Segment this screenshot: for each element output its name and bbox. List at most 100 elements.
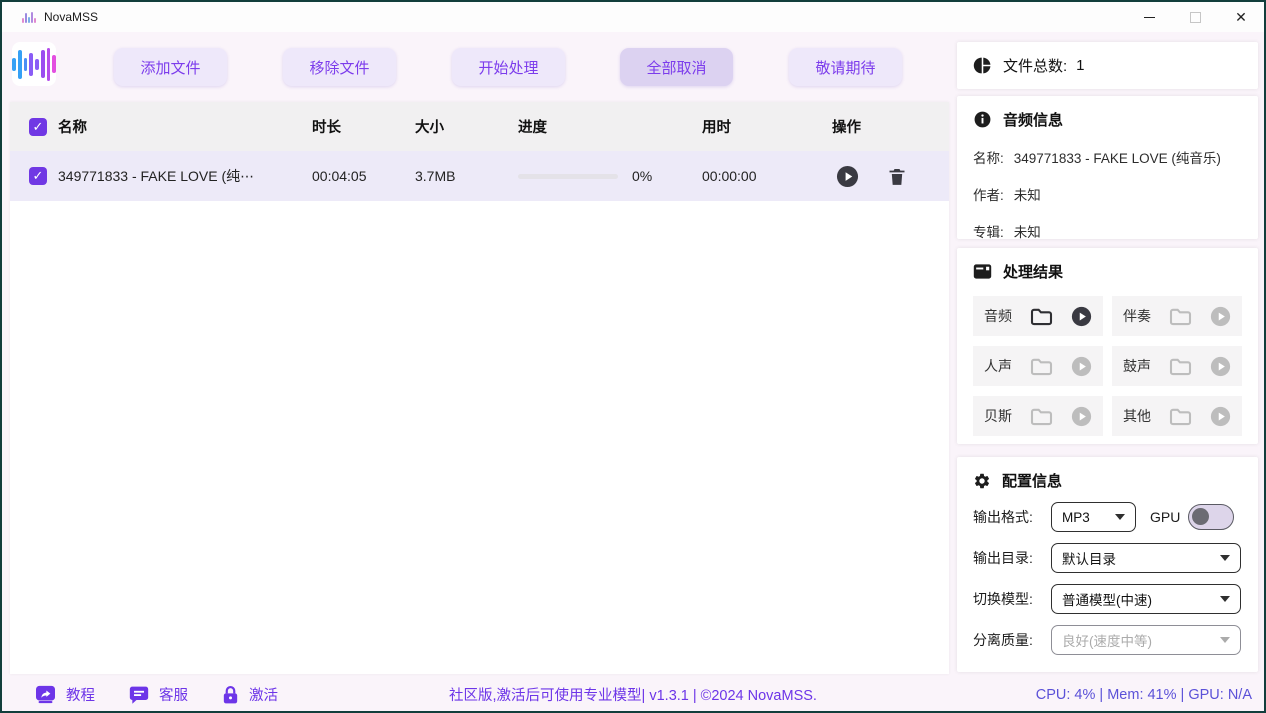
result-label: 伴奏 [1123,306,1151,326]
chevron-down-icon [1115,514,1125,520]
config-card: 配置信息 输出格式: MP3 GPU 输出目录: 默认目录 切换模型: 普通模型… [957,457,1258,672]
play-result-button [1071,356,1092,377]
quality-label: 分离质量: [973,630,1051,650]
lock-icon [222,685,239,705]
audio-album-value: 未知 [1014,221,1041,241]
open-folder-button [1030,407,1053,426]
gpu-toggle[interactable] [1188,504,1234,530]
file-table: 名称 时长 大小 进度 用时 操作 349771833 - FAKE LOVE … [10,102,949,674]
maximize-button[interactable] [1172,2,1218,32]
output-format-select[interactable]: MP3 [1051,502,1136,532]
result-item-bass: 贝斯 [973,396,1103,436]
play-icon [1071,356,1092,377]
folder-icon [1030,357,1053,376]
audio-artist-field: 作者: 未知 [973,184,1242,204]
activate-link[interactable]: 激活 [222,684,278,705]
table-header-row: 名称 时长 大小 进度 用时 操作 [10,102,949,151]
tutorial-label: 教程 [66,684,95,705]
play-icon [1210,406,1231,427]
file-duration: 00:04:05 [312,168,415,184]
play-result-button [1071,406,1092,427]
result-label: 其他 [1123,406,1151,426]
row-play-button[interactable] [836,165,859,188]
result-label: 音频 [984,306,1012,326]
model-label: 切换模型: [973,589,1051,609]
audio-name-label: 名称: [973,147,1004,167]
open-folder-button [1169,407,1192,426]
quality-select: 良好(速度中等) [1051,625,1241,655]
chat-icon [129,685,149,705]
file-count-value: 1 [1076,57,1084,74]
folder-icon [1030,407,1053,426]
app-waveform-icon [22,11,36,23]
result-label: 人声 [984,356,1012,376]
play-result-button[interactable] [1071,306,1092,327]
result-label: 鼓声 [1123,356,1151,376]
minimize-button[interactable] [1126,2,1172,32]
play-result-button [1210,306,1231,327]
result-item-vocals: 人声 [973,346,1103,386]
result-label: 贝斯 [984,406,1012,426]
remove-files-button[interactable]: 移除文件 [283,48,396,86]
pie-chart-icon [973,56,992,75]
audio-album-label: 专辑: [973,221,1004,241]
model-value: 普通模型(中速) [1062,589,1152,609]
support-link[interactable]: 客服 [129,684,188,705]
play-icon [836,165,859,188]
model-select[interactable]: 普通模型(中速) [1051,584,1241,614]
header-actions: 操作 [812,116,949,137]
play-icon [1210,356,1231,377]
app-logo-waveform-icon [12,42,56,86]
maximize-icon [1190,12,1201,23]
toggle-knob [1192,508,1209,525]
audio-info-title: 音频信息 [1003,109,1063,130]
result-item-audio: 音频 [973,296,1103,336]
close-button[interactable]: ✕ [1218,2,1264,32]
cancel-all-button[interactable]: 全部取消 [620,48,733,86]
elapsed-time: 00:00:00 [702,168,812,184]
progress-bar [518,174,618,179]
add-files-button[interactable]: 添加文件 [114,48,227,86]
minimize-icon [1144,17,1155,18]
start-processing-button[interactable]: 开始处理 [452,48,565,86]
file-name: 349771833 - FAKE LOVE (纯⋯ [58,166,312,186]
play-icon [1210,306,1231,327]
tutorial-link[interactable]: 教程 [35,684,95,705]
output-dir-value: 默认目录 [1062,548,1116,568]
title-bar: NovaMSS ✕ [2,2,1264,32]
row-checkbox[interactable] [29,167,47,185]
open-folder-button[interactable] [1030,307,1053,326]
open-folder-button [1030,357,1053,376]
config-title: 配置信息 [1002,470,1062,491]
audio-info-card: 音频信息 名称: 349771833 - FAKE LOVE (纯音乐) 作者:… [957,96,1258,239]
open-folder-button [1169,357,1192,376]
coming-soon-button[interactable]: 敬请期待 [789,48,902,86]
select-all-checkbox[interactable] [29,118,47,136]
output-dir-select[interactable]: 默认目录 [1051,543,1241,573]
play-icon [1071,406,1092,427]
output-format-value: MP3 [1062,510,1090,525]
card-icon [973,263,992,280]
info-icon [973,110,992,129]
status-bar: 教程 客服 激活 社区版,激活后可使用专业模型| v1.3.1 | ©2024 … [2,678,1264,711]
chevron-down-icon [1220,637,1230,643]
tutorial-icon [35,685,56,704]
result-item-other: 其他 [1112,396,1242,436]
file-size: 3.7MB [415,168,518,184]
result-item-accompaniment: 伴奏 [1112,296,1242,336]
header-progress: 进度 [518,116,702,137]
row-delete-button[interactable] [887,166,907,187]
play-result-button [1210,356,1231,377]
audio-artist-label: 作者: [973,184,1004,204]
play-result-button [1210,406,1231,427]
header-duration: 时长 [312,116,415,137]
header-size: 大小 [415,116,518,137]
close-icon: ✕ [1235,10,1247,24]
chevron-down-icon [1220,596,1230,602]
audio-name-value: 349771833 - FAKE LOVE (纯音乐) [1014,147,1221,167]
audio-name-field: 名称: 349771833 - FAKE LOVE (纯音乐) [973,147,1242,167]
header-time: 用时 [702,116,812,137]
system-stats: CPU: 4% | Mem: 41% | GPU: N/A [1036,687,1252,703]
table-row[interactable]: 349771833 - FAKE LOVE (纯⋯ 00:04:05 3.7MB… [10,151,949,201]
output-format-label: 输出格式: [973,507,1051,527]
